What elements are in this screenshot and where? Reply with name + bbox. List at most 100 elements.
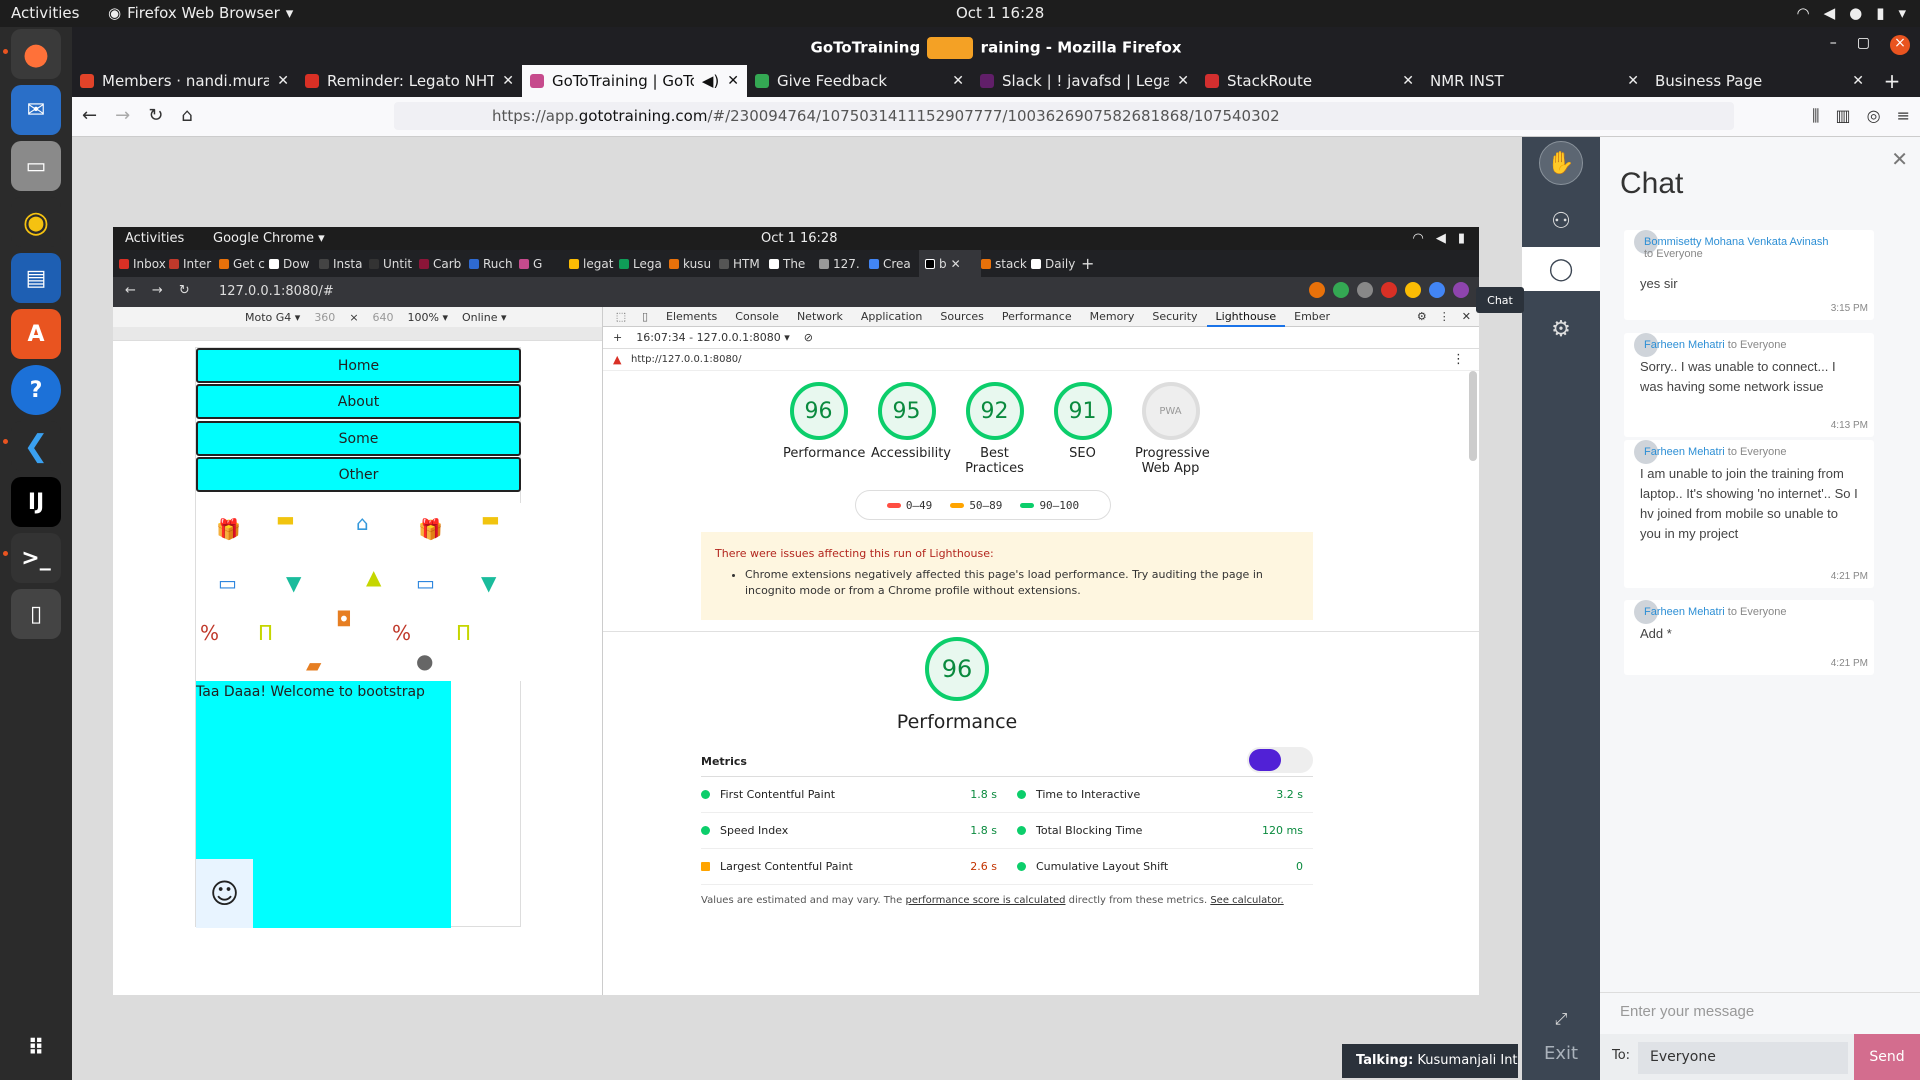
- chrome-tab[interactable]: Insta: [319, 257, 369, 271]
- reload-icon[interactable]: ↻: [148, 105, 163, 126]
- chrome-tab[interactable]: Get c: [219, 257, 269, 271]
- close-icon[interactable]: ✕: [277, 73, 289, 89]
- scrollbar[interactable]: [1469, 371, 1477, 461]
- device-select[interactable]: Moto G4 ▾: [245, 311, 300, 327]
- chrome-tab[interactable]: kusu: [669, 257, 719, 271]
- gauge-accessibility[interactable]: 95 Accessibility: [871, 382, 951, 476]
- back-icon[interactable]: ←: [82, 105, 97, 126]
- tab-ember[interactable]: Ember: [1285, 307, 1339, 327]
- tab-console[interactable]: Console: [726, 307, 788, 327]
- device-height[interactable]: 640: [373, 311, 394, 327]
- tab-sources[interactable]: Sources: [931, 307, 993, 327]
- view-toggle[interactable]: [1247, 747, 1313, 773]
- terminal-icon[interactable]: >_: [11, 533, 61, 583]
- chat-icon[interactable]: ◯: [1522, 247, 1600, 291]
- tab[interactable]: Members · nandi.muralid✕: [72, 65, 297, 97]
- tab[interactable]: StackRoute ✕: [1197, 65, 1422, 97]
- profile-avatar[interactable]: [1453, 282, 1469, 298]
- chrome-tab[interactable]: Daily: [1031, 257, 1081, 271]
- files-icon[interactable]: ▭: [11, 141, 61, 191]
- close-icon[interactable]: ✕: [1852, 73, 1864, 89]
- tab[interactable]: Give Feedback ✕: [747, 65, 972, 97]
- forward-icon[interactable]: →: [115, 105, 130, 126]
- tab-elements[interactable]: Elements: [657, 307, 726, 327]
- device-toggle-icon[interactable]: ▯: [633, 310, 657, 323]
- close-icon[interactable]: ✕: [1627, 73, 1639, 89]
- chrome-tab[interactable]: Carb: [419, 257, 469, 271]
- report-select[interactable]: 16:07:34 - 127.0.0.1:8080 ▾: [636, 331, 790, 344]
- close-icon[interactable]: ✕: [951, 257, 961, 271]
- gear-icon[interactable]: ⚙: [1539, 307, 1583, 351]
- media-query-bar[interactable]: [113, 327, 602, 341]
- help-icon[interactable]: ?: [11, 365, 61, 415]
- activities-button[interactable]: Activities: [11, 4, 79, 22]
- close-icon[interactable]: ✕: [952, 73, 964, 89]
- nav-other-button[interactable]: Other: [196, 457, 521, 492]
- score-calculated-link[interactable]: performance score is calculated: [905, 895, 1065, 906]
- back-icon[interactable]: ←: [125, 283, 136, 298]
- thunderbird-icon[interactable]: ✉: [11, 85, 61, 135]
- close-icon[interactable]: ✕: [1891, 147, 1908, 171]
- system-tray[interactable]: ◠ ◀ ● ▮ ▾: [1796, 4, 1906, 22]
- chrome-tab[interactable]: Inter: [169, 257, 219, 271]
- app-menu[interactable]: ◉ Firefox Web Browser ▾: [108, 4, 293, 22]
- tab[interactable]: NMR INST ✕: [1422, 65, 1647, 97]
- extension-icon[interactable]: [1333, 282, 1349, 298]
- clock[interactable]: Oct 1 16:28: [956, 4, 1044, 22]
- device-width[interactable]: 360: [314, 311, 335, 327]
- rhythmbox-icon[interactable]: ◉: [11, 197, 61, 247]
- tab-active[interactable]: GoToTraining | GoToT ◀) ✕: [522, 65, 747, 97]
- nav-some-button[interactable]: Some: [196, 421, 521, 456]
- chrome-url[interactable]: 127.0.0.1:8080/#: [219, 284, 334, 299]
- extension-icon[interactable]: [1381, 282, 1397, 298]
- close-icon[interactable]: ✕: [502, 73, 514, 89]
- close-icon[interactable]: ✕: [1402, 73, 1414, 89]
- chrome-tab[interactable]: Lega: [619, 257, 669, 271]
- new-tab-button[interactable]: +: [1872, 65, 1912, 97]
- show-apps-icon[interactable]: ⠿: [11, 1023, 61, 1073]
- library-icon[interactable]: ⫼: [1812, 106, 1819, 126]
- chrome-tab-active[interactable]: b ✕: [919, 250, 981, 277]
- exit-button[interactable]: Exit: [1522, 1043, 1600, 1064]
- chrome-tab[interactable]: stack: [981, 257, 1031, 271]
- chrome-tab[interactable]: The: [769, 257, 819, 271]
- chrome-tab[interactable]: 127.: [819, 257, 869, 271]
- inspect-icon[interactable]: ⬚: [609, 310, 633, 323]
- extension-icon[interactable]: [1405, 282, 1421, 298]
- tab-performance[interactable]: Performance: [993, 307, 1081, 327]
- gauge-performance[interactable]: 96 Performance: [783, 382, 865, 476]
- url-bar[interactable]: https://app.gototraining.com/#/230094764…: [394, 102, 1734, 130]
- chrome-tab[interactable]: Ruch: [469, 257, 519, 271]
- gauge-best-practices[interactable]: 92 Best Practices: [959, 382, 1030, 476]
- close-icon[interactable]: ✕: [1462, 310, 1471, 323]
- account-icon[interactable]: ◎: [1867, 106, 1881, 126]
- close-icon[interactable]: ✕: [1177, 73, 1189, 89]
- tab-security[interactable]: Security: [1143, 307, 1206, 327]
- reload-icon[interactable]: ↻: [179, 283, 190, 298]
- tab-memory[interactable]: Memory: [1081, 307, 1144, 327]
- more-icon[interactable]: ⋮: [1439, 310, 1450, 323]
- raise-hand-icon[interactable]: ✋: [1539, 141, 1583, 185]
- extension-icon[interactable]: [1429, 282, 1445, 298]
- chrome-tab[interactable]: legat: [569, 257, 619, 271]
- attendees-icon[interactable]: ⚇: [1539, 199, 1583, 243]
- sidebar-icon[interactable]: ▥: [1836, 106, 1851, 126]
- tab-application[interactable]: Application: [852, 307, 931, 327]
- zoom-select[interactable]: 100% ▾: [408, 311, 448, 327]
- close-icon[interactable]: ✕: [727, 73, 739, 89]
- home-icon[interactable]: ⌂: [181, 105, 192, 126]
- send-button[interactable]: Send: [1854, 1034, 1920, 1080]
- tab[interactable]: Slack | ! javafsd | Legato ✕: [972, 65, 1197, 97]
- chrome-tab[interactable]: Crea: [869, 257, 919, 271]
- chrome-tab[interactable]: HTM: [719, 257, 769, 271]
- menu-icon[interactable]: ≡: [1897, 106, 1910, 126]
- speaker-icon[interactable]: ◀): [702, 72, 719, 90]
- maximize-icon[interactable]: ▢: [1857, 35, 1870, 55]
- extension-icon[interactable]: [1357, 282, 1373, 298]
- minimize-icon[interactable]: –: [1830, 35, 1837, 55]
- firefox-icon[interactable]: ●: [11, 29, 61, 79]
- usb-creator-icon[interactable]: ▯: [11, 589, 61, 639]
- forward-icon[interactable]: →: [152, 283, 163, 298]
- chrome-tab[interactable]: Dow: [269, 257, 319, 271]
- gauge-pwa[interactable]: PWA Progressive Web App: [1135, 382, 1210, 476]
